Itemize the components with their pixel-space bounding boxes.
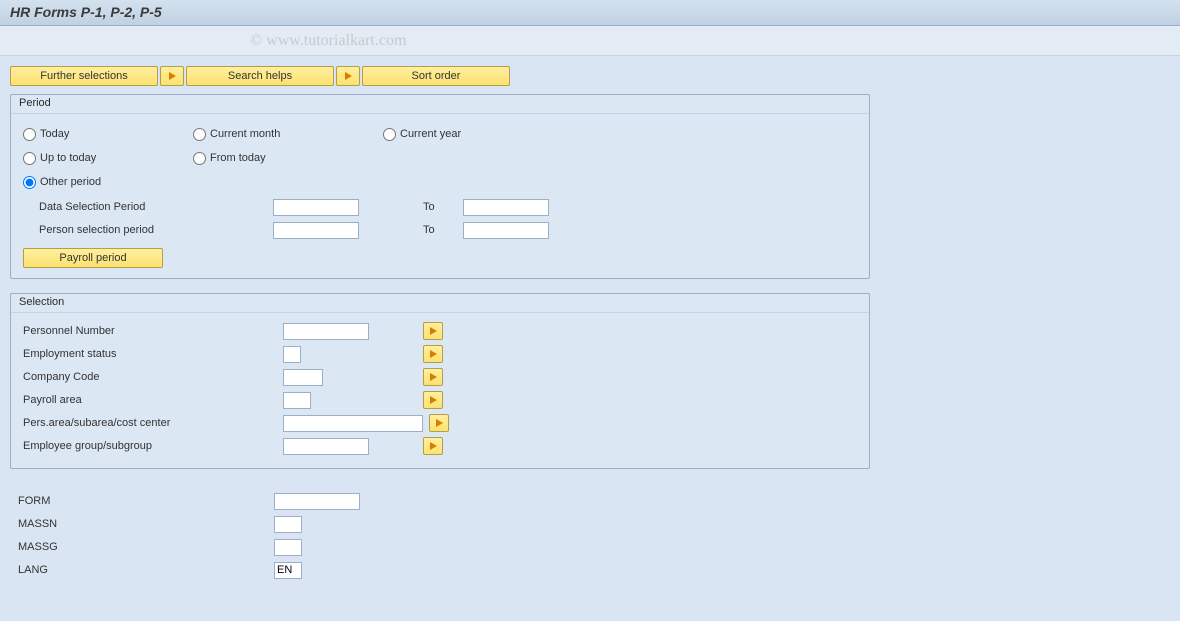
lang-input[interactable] <box>274 562 302 579</box>
selection-panel: Selection Personnel Number Employment st… <box>10 293 870 469</box>
pers-area-label: Pers.area/subarea/cost center <box>23 417 283 429</box>
action-button-row: Further selections Search helps Sort ord… <box>10 66 1170 86</box>
employee-group-multiselect-button[interactable] <box>423 437 443 455</box>
lang-label: LANG <box>14 564 274 576</box>
person-selection-from-input[interactable] <box>273 222 359 239</box>
pers-area-multiselect-button[interactable] <box>429 414 449 432</box>
arrow-right-icon <box>430 327 437 335</box>
employment-status-label: Employment status <box>23 348 283 360</box>
radio-up-to-today-label: Up to today <box>40 152 96 164</box>
massg-input[interactable] <box>274 539 302 556</box>
form-input[interactable] <box>274 493 360 510</box>
pers-area-input[interactable] <box>283 415 423 432</box>
personnel-number-multiselect-button[interactable] <box>423 322 443 340</box>
massn-input[interactable] <box>274 516 302 533</box>
payroll-area-label: Payroll area <box>23 394 283 406</box>
content-area: Further selections Search helps Sort ord… <box>0 56 1180 581</box>
arrow-right-icon <box>430 373 437 381</box>
sort-order-button[interactable]: Sort order <box>362 66 510 86</box>
arrow-right-icon <box>430 350 437 358</box>
radio-up-to-today-input[interactable] <box>23 152 36 165</box>
radio-current-month[interactable]: Current month <box>193 124 383 144</box>
page-title: HR Forms P-1, P-2, P-5 <box>0 0 1180 26</box>
employment-status-multiselect-button[interactable] <box>423 345 443 363</box>
period-panel-title: Period <box>11 95 869 114</box>
selection-panel-title: Selection <box>11 294 869 313</box>
massg-label: MASSG <box>14 541 274 553</box>
payroll-area-input[interactable] <box>283 392 311 409</box>
massn-label: MASSN <box>14 518 274 530</box>
company-code-multiselect-button[interactable] <box>423 368 443 386</box>
search-helps-icon-button[interactable] <box>160 66 184 86</box>
period-panel: Period Today Current month Current year <box>10 94 870 279</box>
arrow-right-icon <box>430 442 437 450</box>
company-code-label: Company Code <box>23 371 283 383</box>
search-helps-button[interactable]: Search helps <box>186 66 334 86</box>
toolbar-area: © www.tutorialkart.com <box>0 26 1180 56</box>
to-label: To <box>423 224 463 236</box>
data-selection-period-label: Data Selection Period <box>23 201 273 213</box>
personnel-number-input[interactable] <box>283 323 369 340</box>
payroll-period-button[interactable]: Payroll period <box>23 248 163 268</box>
radio-today[interactable]: Today <box>23 124 193 144</box>
data-selection-from-input[interactable] <box>273 199 359 216</box>
employee-group-input[interactable] <box>283 438 369 455</box>
bottom-fields: FORM MASSN MASSG LANG <box>10 483 870 581</box>
personnel-number-label: Personnel Number <box>23 325 283 337</box>
person-selection-period-label: Person selection period <box>23 224 273 236</box>
arrow-right-icon <box>169 72 176 80</box>
radio-current-year[interactable]: Current year <box>383 124 533 144</box>
radio-from-today-label: From today <box>210 152 266 164</box>
person-selection-to-input[interactable] <box>463 222 549 239</box>
employment-status-input[interactable] <box>283 346 301 363</box>
sort-order-icon-button[interactable] <box>336 66 360 86</box>
employee-group-label: Employee group/subgroup <box>23 440 283 452</box>
radio-current-year-input[interactable] <box>383 128 396 141</box>
company-code-input[interactable] <box>283 369 323 386</box>
to-label: To <box>423 201 463 213</box>
data-selection-to-input[interactable] <box>463 199 549 216</box>
further-selections-button[interactable]: Further selections <box>10 66 158 86</box>
radio-today-label: Today <box>40 128 69 140</box>
radio-up-to-today[interactable]: Up to today <box>23 148 193 168</box>
radio-from-today-input[interactable] <box>193 152 206 165</box>
arrow-right-icon <box>436 419 443 427</box>
radio-today-input[interactable] <box>23 128 36 141</box>
radio-other-period-label: Other period <box>40 176 101 188</box>
radio-other-period-input[interactable] <box>23 176 36 189</box>
arrow-right-icon <box>345 72 352 80</box>
radio-other-period[interactable]: Other period <box>23 172 193 192</box>
watermark: © www.tutorialkart.com <box>250 32 406 50</box>
radio-current-month-label: Current month <box>210 128 280 140</box>
radio-from-today[interactable]: From today <box>193 148 383 168</box>
arrow-right-icon <box>430 396 437 404</box>
radio-current-month-input[interactable] <box>193 128 206 141</box>
payroll-area-multiselect-button[interactable] <box>423 391 443 409</box>
form-label: FORM <box>14 495 274 507</box>
radio-current-year-label: Current year <box>400 128 461 140</box>
